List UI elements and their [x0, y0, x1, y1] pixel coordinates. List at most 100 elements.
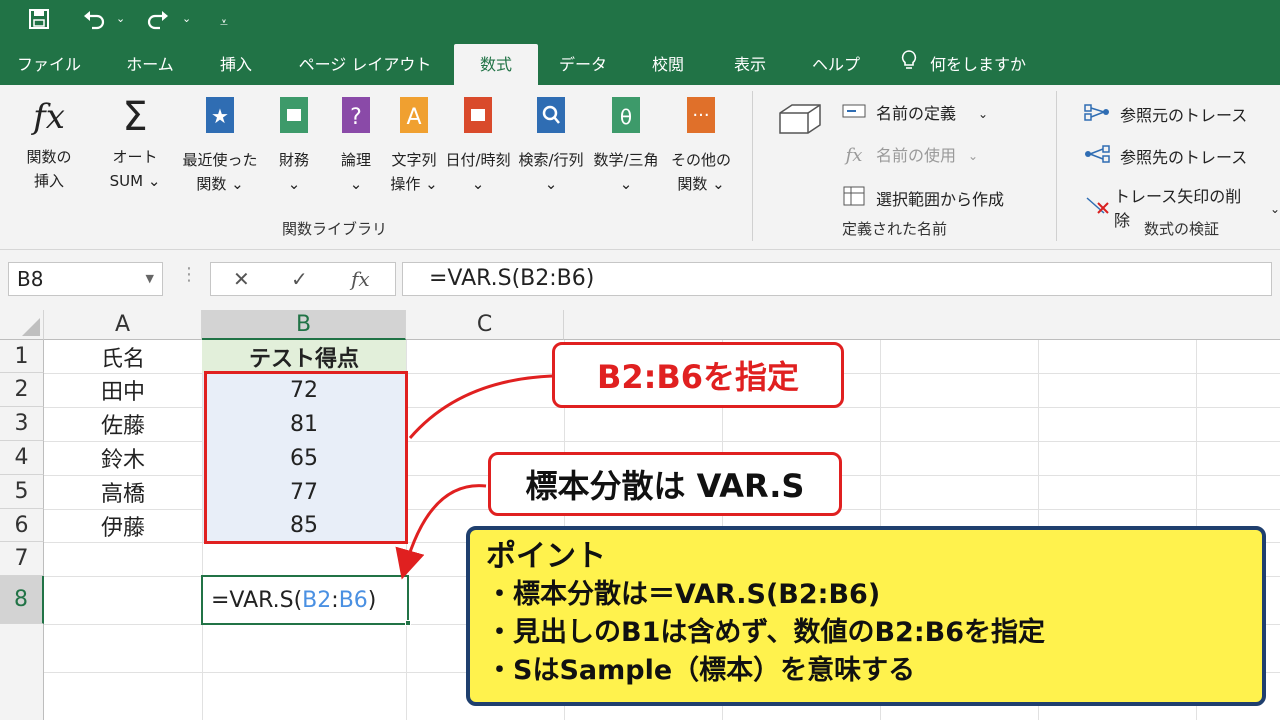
calendar-book-icon: [444, 95, 512, 142]
name-box-value: B8: [17, 267, 44, 291]
theta-book-icon: θ: [590, 95, 662, 142]
formula-bar-grip-icon[interactable]: ⋮: [180, 264, 198, 285]
trace-precedents-icon: [1084, 102, 1110, 129]
recently-used-button[interactable]: ★ 最近使った 関数 ⌄: [178, 95, 262, 196]
customize-icon[interactable]: ⩡: [220, 10, 228, 36]
ribbon-separator: [752, 91, 753, 241]
row-header-6[interactable]: 6: [0, 509, 44, 542]
tab-formulas[interactable]: 数式: [454, 44, 538, 85]
lookup-button[interactable]: 検索/行列 ⌄: [514, 95, 588, 196]
table-icon: [842, 185, 866, 214]
formula-prefix: =VAR.S(: [211, 587, 303, 613]
create-from-selection-button[interactable]: 選択範囲から作成: [842, 185, 1004, 214]
autosum-button[interactable]: Σ オート SUM ⌄: [98, 95, 172, 193]
tab-home[interactable]: ホーム: [112, 44, 188, 85]
tab-view[interactable]: 表示: [718, 44, 782, 85]
callout-range: B2:B6を指定: [552, 342, 844, 408]
column-header-empty: [564, 310, 1280, 340]
tab-help[interactable]: ヘルプ: [798, 44, 874, 85]
tab-file[interactable]: ファイル: [10, 44, 88, 85]
cell-a5[interactable]: 高橋: [44, 475, 202, 509]
tell-me-box[interactable]: 何をしますか: [900, 44, 1050, 85]
redo-icon[interactable]: [146, 8, 170, 36]
text-book-icon: A: [386, 95, 442, 142]
cell-a2[interactable]: 田中: [44, 373, 202, 407]
ribbon-separator: [1056, 91, 1057, 241]
formula-bar-buttons: ✕ ✓ fx: [210, 262, 396, 296]
column-header-b[interactable]: B: [202, 310, 406, 340]
fx-small-icon: fx: [845, 145, 863, 166]
group-label-defined-names: 定義された名前: [842, 220, 948, 238]
redo-dropdown-icon[interactable]: ⌄: [182, 12, 191, 25]
date-time-button[interactable]: 日付/時刻 ⌄: [444, 95, 512, 196]
insert-function-button[interactable]: fx 関数の 挿入: [14, 95, 84, 193]
save-icon[interactable]: [28, 8, 50, 36]
enter-icon[interactable]: ✓: [291, 267, 308, 291]
row-header-8[interactable]: 8: [0, 576, 44, 624]
financial-button[interactable]: 財務 ⌄: [268, 95, 320, 196]
formula-ref-end: B6: [338, 587, 368, 613]
svg-text:θ: θ: [620, 105, 632, 129]
more-book-icon: ···: [668, 95, 734, 142]
row-header-1[interactable]: 1: [0, 340, 44, 373]
formula-bar: B8 ▼ ⋮ ✕ ✓ fx =VAR.S(B2:B6): [0, 250, 1280, 310]
svg-text:A: A: [406, 105, 421, 130]
tab-insert[interactable]: 挿入: [204, 44, 268, 85]
search-book-icon: [514, 95, 588, 142]
row-header-4[interactable]: 4: [0, 441, 44, 475]
point-item: ・見出しのB1は含めず、数値のB2:B6を指定: [486, 617, 1046, 648]
cell-b1[interactable]: テスト得点: [202, 340, 406, 373]
range-highlight: [204, 371, 408, 544]
define-name-button[interactable]: 名前の定義 ⌄: [842, 102, 988, 126]
question-book-icon: ?: [330, 95, 382, 142]
svg-text:···: ···: [692, 105, 709, 126]
trace-precedents-button[interactable]: 参照元のトレース: [1084, 102, 1247, 129]
tab-data[interactable]: データ: [548, 44, 618, 85]
logical-button[interactable]: ? 論理 ⌄: [330, 95, 382, 196]
svg-text:★: ★: [211, 104, 229, 128]
column-header-a[interactable]: A: [44, 310, 202, 340]
row-header-7[interactable]: 7: [0, 542, 44, 576]
undo-icon[interactable]: [82, 8, 106, 36]
sigma-icon: Σ: [122, 94, 148, 140]
name-manager-icon[interactable]: [776, 99, 824, 139]
cancel-icon[interactable]: ✕: [233, 267, 250, 291]
row-header-2[interactable]: 2: [0, 373, 44, 407]
chevron-down-icon[interactable]: ▼: [146, 263, 154, 295]
name-box[interactable]: B8 ▼: [8, 262, 163, 296]
star-book-icon: ★: [178, 95, 262, 142]
ribbon-tabs: ファイル ホーム 挿入 ページ レイアウト 数式 データ 校閲 表示 ヘルプ 何…: [0, 44, 1280, 85]
undo-dropdown-icon[interactable]: ⌄: [116, 12, 125, 25]
tab-page-layout[interactable]: ページ レイアウト: [290, 44, 440, 85]
remove-arrows-icon: [1084, 195, 1110, 224]
more-functions-button[interactable]: ··· その他の 関数 ⌄: [668, 95, 734, 196]
fill-handle[interactable]: [405, 620, 411, 626]
row-header-5[interactable]: 5: [0, 475, 44, 509]
tab-review[interactable]: 校閲: [636, 44, 700, 85]
formula-ref-start: B2: [302, 587, 332, 613]
formula-suffix: ): [367, 587, 377, 613]
select-all-corner[interactable]: [0, 310, 44, 340]
cell-a1[interactable]: 氏名: [44, 340, 202, 373]
point-item: ・標本分散は＝VAR.S(B2:B6): [486, 579, 881, 610]
insert-function-icon[interactable]: fx: [351, 267, 370, 291]
cell-b8-active[interactable]: =VAR.S(B2: B6): [201, 575, 409, 625]
column-header-c[interactable]: C: [406, 310, 564, 340]
use-in-formula-button[interactable]: fx 名前の使用 ⌄: [842, 144, 979, 168]
cell-a4[interactable]: 鈴木: [44, 441, 202, 475]
tag-icon: [842, 102, 866, 126]
point-item: ・SはSample（標本）を意味する: [486, 655, 916, 686]
cell-a6[interactable]: 伊藤: [44, 509, 202, 542]
tell-me-text: 何をしますか: [930, 55, 1027, 74]
row-header-3[interactable]: 3: [0, 407, 44, 441]
cell-a3[interactable]: 佐藤: [44, 407, 202, 441]
math-trig-button[interactable]: θ 数学/三角 ⌄: [590, 95, 662, 196]
callout-function: 標本分散は VAR.S: [488, 452, 842, 516]
point-box: ポイント ・標本分散は＝VAR.S(B2:B6) ・見出しのB1は含めず、数値の…: [466, 526, 1266, 706]
text-button[interactable]: A 文字列 操作 ⌄: [386, 95, 442, 196]
lightbulb-icon: [900, 45, 918, 86]
trace-dependents-icon: [1084, 144, 1110, 171]
trace-dependents-button[interactable]: 参照先のトレース: [1084, 144, 1247, 171]
row-header-empty: [0, 624, 44, 720]
formula-input[interactable]: =VAR.S(B2:B6): [402, 262, 1272, 296]
